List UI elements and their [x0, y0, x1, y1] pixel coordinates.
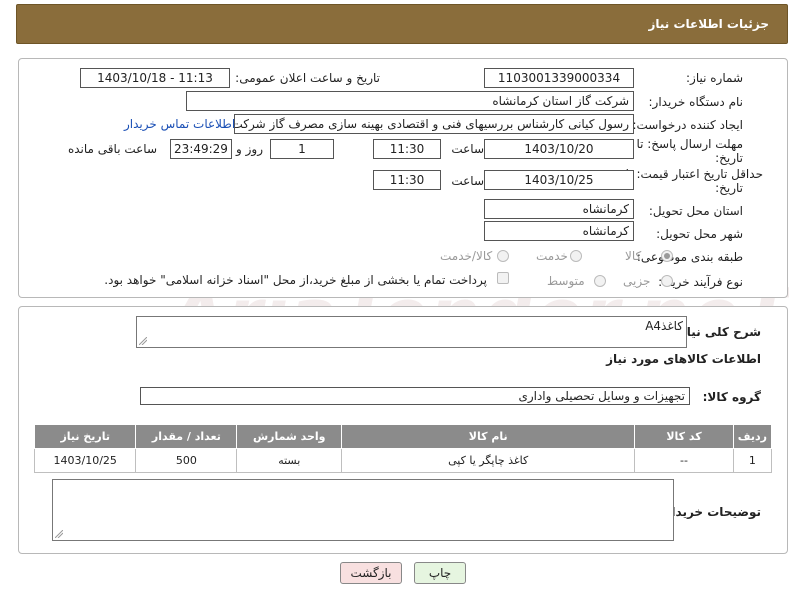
category-radio-service[interactable] — [570, 250, 582, 262]
buyer-org-label: نام دستگاه خریدار: — [648, 95, 744, 109]
announce-date-label: تاریخ و ساعت اعلان عمومی: — [235, 71, 380, 85]
col-header-quantity: تعداد / مقدار — [135, 424, 238, 449]
cell-quantity: 500 — [135, 448, 238, 473]
category-label: طبقه بندی موضوعی: — [636, 250, 743, 264]
process-radio-minor[interactable] — [661, 275, 673, 287]
remaining-time-field: 23:49:29 — [170, 139, 232, 159]
deadline-time-field: 11:30 — [373, 139, 441, 159]
process-option-minor: جزیی — [623, 274, 651, 288]
deadline-date-label: تاریخ: — [715, 151, 743, 165]
cell-need-date: 1403/10/25 — [33, 448, 137, 473]
goods-group-field: تجهیزات و وسایل تحصیلی واداری — [140, 387, 690, 405]
col-header-need-date: تاریخ نیاز — [33, 424, 137, 449]
category-radio-goods[interactable] — [661, 250, 673, 262]
price-validity-label: حداقل تاریخ اعتبار قیمت: تا — [625, 167, 763, 181]
buyer-org-field: شرکت گاز استان کرمانشاه — [186, 91, 634, 111]
col-header-unit: واحد شمارش — [236, 424, 343, 449]
col-header-code: کد کالا — [634, 424, 734, 449]
price-time-label: ساعت — [451, 174, 484, 188]
remaining-label: ساعت باقی مانده — [67, 142, 157, 156]
deadline-time-label: ساعت — [451, 142, 484, 156]
goods-table-header-row: ردیف کد کالا نام کالا واحد شمارش تعداد /… — [33, 424, 773, 449]
need-number-field: 1103001339000334 — [484, 68, 634, 88]
price-date-field: 1403/10/25 — [484, 170, 634, 190]
category-option-goods-service: کالا/خدمت — [440, 249, 493, 263]
price-time-field: 11:30 — [373, 170, 441, 190]
goods-table: ردیف کد کالا نام کالا واحد شمارش تعداد /… — [33, 424, 773, 473]
treasury-payment-checkbox[interactable] — [497, 272, 509, 284]
summary-value: کاغذA4 — [645, 319, 683, 333]
cell-code: -- — [634, 448, 734, 473]
creator-label: ایجاد کننده درخواست: — [632, 118, 743, 132]
col-header-name: نام کالا — [341, 424, 636, 449]
table-row: 1 -- کاغذ چاپگر یا کپی بسته 500 1403/10/… — [33, 448, 773, 473]
days-label: روز و — [236, 142, 263, 156]
buyer-contact-link[interactable]: اطلاعات تماس خریدار — [124, 117, 235, 131]
treasury-payment-note: پرداخت تمام یا بخشی از مبلغ خرید،از محل … — [104, 273, 487, 287]
buyer-notes-label: توضیحات خریدار: — [659, 505, 761, 519]
cell-name: کاغذ چاپگر یا کپی — [341, 448, 636, 473]
summary-textarea[interactable]: کاغذA4 — [136, 316, 687, 348]
category-radio-goods-service[interactable] — [497, 250, 509, 262]
announce-date-field: 1403/10/18 - 11:13 — [80, 68, 230, 88]
goods-group-label: گروه کالا: — [702, 390, 761, 404]
col-header-row: ردیف — [732, 424, 773, 449]
resize-grip-icon — [55, 530, 63, 538]
process-option-medium: متوسط — [547, 274, 585, 288]
city-field: کرمانشاه — [484, 221, 634, 241]
buyer-notes-textarea[interactable] — [52, 479, 674, 541]
deadline-date-field: 1403/10/20 — [484, 139, 634, 159]
cell-unit: بسته — [236, 448, 343, 473]
print-button[interactable]: چاپ — [414, 562, 466, 584]
page-header: جزئیات اطلاعات نیاز — [16, 4, 788, 44]
creator-field: رسول کیانی کارشناس بررسیهای فنی و اقتصاد… — [234, 114, 634, 134]
category-option-goods: کالا — [625, 249, 642, 263]
deadline-label: مهلت ارسال پاسخ: تا — [636, 137, 743, 151]
process-radio-medium[interactable] — [594, 275, 606, 287]
days-field: 1 — [270, 139, 334, 159]
province-field: کرمانشاه — [484, 199, 634, 219]
back-button[interactable]: بازگشت — [340, 562, 402, 584]
summary-label: شرح کلی نیاز: — [675, 325, 761, 339]
city-label: شهر محل تحویل: — [656, 227, 743, 241]
page-title: جزئیات اطلاعات نیاز — [648, 17, 769, 31]
cell-row-number: 1 — [732, 448, 773, 473]
province-label: استان محل تحویل: — [648, 204, 743, 218]
goods-info-title: اطلاعات کالاهای مورد نیاز — [606, 352, 761, 366]
category-option-service: خدمت — [536, 249, 568, 263]
price-date-label: تاریخ: — [715, 181, 743, 195]
need-number-label: شماره نیاز: — [686, 71, 743, 85]
resize-grip-icon — [139, 337, 147, 345]
